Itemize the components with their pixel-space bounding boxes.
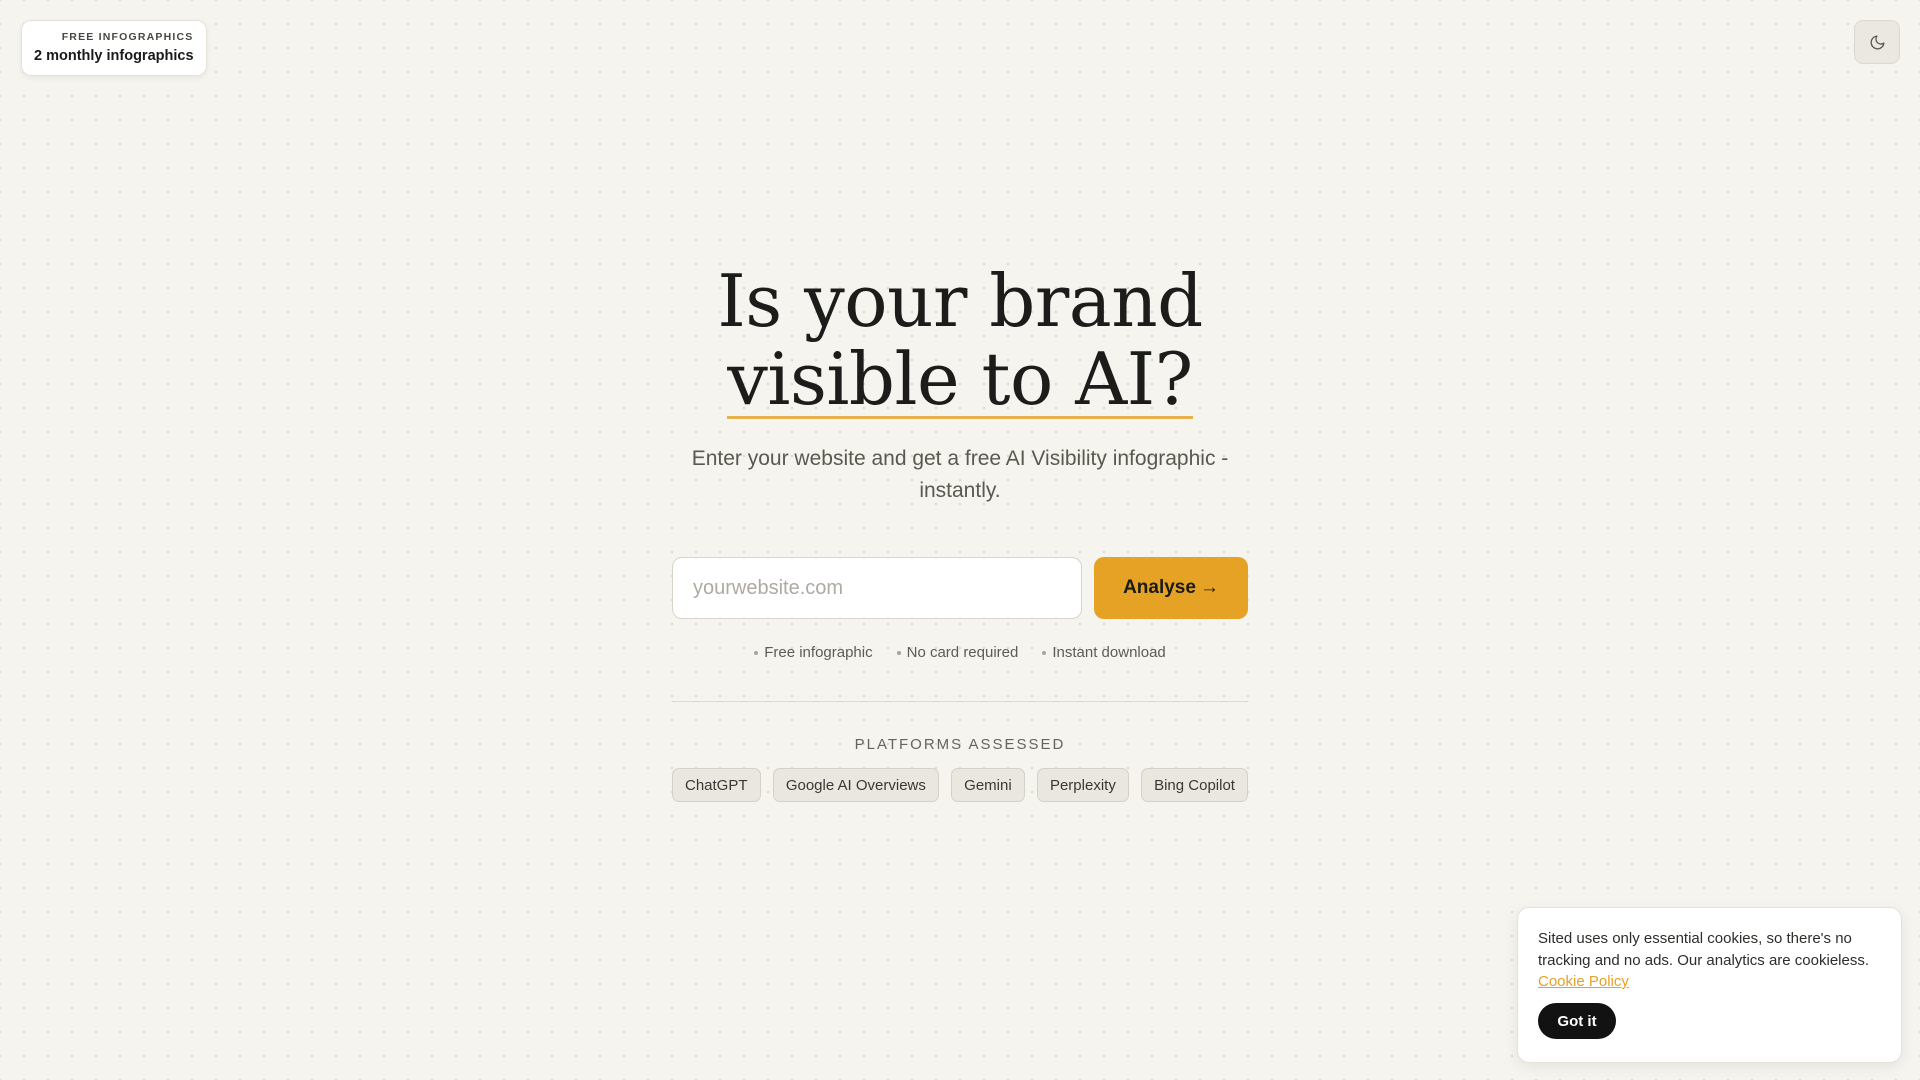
platform-chip-chatgpt: ChatGPT bbox=[672, 768, 761, 802]
perk-label: Instant download bbox=[1052, 644, 1166, 661]
cookie-policy-link[interactable]: Cookie Policy bbox=[1538, 973, 1629, 990]
perk-label: No card required bbox=[906, 644, 1019, 661]
analyse-button[interactable]: Analyse → bbox=[1094, 557, 1248, 619]
analyse-form: Analyse → bbox=[672, 557, 1248, 619]
headline-line-2: visible to AI? bbox=[727, 337, 1193, 421]
platform-chip-perplexity: Perplexity bbox=[1036, 768, 1129, 802]
perk-item: Instant download bbox=[1042, 644, 1166, 661]
hero-section: Is your brand visible to AI? Enter your … bbox=[0, 0, 1920, 802]
cookie-banner: Sited uses only essential cookies, so th… bbox=[1517, 907, 1902, 1063]
analyse-button-label: Analyse bbox=[1123, 577, 1196, 598]
website-url-input[interactable] bbox=[672, 557, 1082, 619]
bullet-dot-icon bbox=[896, 650, 901, 655]
platforms-list: ChatGPT Google AI Overviews Gemini Perpl… bbox=[672, 768, 1248, 802]
perks-list: Free infographic No card required Instan… bbox=[754, 644, 1166, 661]
perk-item: Free infographic bbox=[754, 644, 873, 661]
page-title: Is your brand visible to AI? bbox=[717, 259, 1203, 421]
bullet-dot-icon bbox=[1042, 650, 1047, 655]
platform-chip-google-ai-overviews: Google AI Overviews bbox=[772, 768, 939, 802]
platform-chip-gemini: Gemini bbox=[951, 768, 1025, 802]
platforms-heading: PLATFORMS ASSESSED bbox=[854, 736, 1066, 753]
headline-line-1: Is your brand bbox=[717, 259, 1203, 343]
perk-item: No card required bbox=[896, 644, 1019, 661]
page-subtitle: Enter your website and get a free AI Vis… bbox=[691, 447, 1229, 502]
section-divider bbox=[672, 701, 1248, 702]
perk-label: Free infographic bbox=[764, 644, 873, 661]
cookie-accept-button[interactable]: Got it bbox=[1538, 1003, 1616, 1039]
cookie-message: Sited uses only essential cookies, so th… bbox=[1538, 930, 1870, 969]
platform-chip-bing-copilot: Bing Copilot bbox=[1141, 768, 1248, 802]
arrow-right-icon: → bbox=[1199, 577, 1219, 598]
bullet-dot-icon bbox=[754, 650, 759, 655]
